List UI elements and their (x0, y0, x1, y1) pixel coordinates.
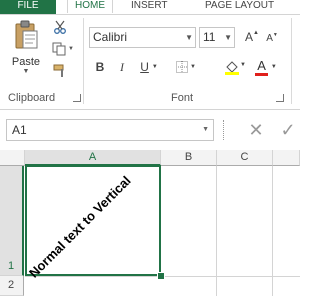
paste-dropdown-icon: ▼ (22, 68, 30, 75)
row-header-1[interactable]: 1 (0, 166, 24, 276)
font-color-button[interactable]: A ▼ (252, 56, 280, 78)
bold-button[interactable]: B (92, 58, 108, 76)
format-painter-button[interactable] (50, 62, 70, 80)
chevron-down-icon: ▼ (270, 64, 277, 70)
tab-file[interactable]: FILE (0, 0, 56, 14)
chevron-down-icon: ▼ (240, 62, 246, 68)
grow-font-glyph: A (245, 30, 254, 44)
fill-handle[interactable] (157, 272, 165, 280)
caret-up-icon: ▲ (253, 30, 259, 36)
caret-down-icon: ▼ (272, 32, 278, 38)
shrink-font-button[interactable]: A ▼ (264, 30, 280, 46)
paint-bucket-icon (225, 61, 239, 75)
group-divider (291, 18, 292, 104)
cut-button[interactable] (50, 18, 70, 36)
fill-color-button[interactable]: ▼ (218, 56, 246, 78)
tab-insert[interactable]: INSERT (131, 0, 168, 13)
font-name-value: Calibri (93, 30, 128, 44)
font-name-combo[interactable]: Calibri ▼ (89, 27, 196, 48)
tab-page-layout[interactable]: PAGE LAYOUT (205, 0, 274, 13)
shrink-font-glyph: A (266, 32, 273, 44)
column-header-a[interactable]: A (25, 150, 161, 166)
name-box[interactable]: A1 ▼ (6, 119, 214, 141)
borders-icon (176, 61, 189, 73)
enter-button[interactable]: ✓ (276, 118, 300, 142)
column-header-c[interactable]: C (217, 150, 273, 166)
font-group-label: Font (171, 92, 194, 104)
name-box-value: A1 (12, 123, 27, 137)
borders-button[interactable]: ▼ (175, 58, 197, 76)
column-header-d[interactable] (273, 150, 300, 166)
underline-glyph: U (140, 60, 149, 74)
column-header-b[interactable]: B (161, 150, 217, 166)
copy-dropdown-icon: ▼ (68, 46, 74, 52)
ribbon-tab-bar: FILE HOME INSERT PAGE LAYOUT (0, 0, 300, 14)
group-divider (83, 18, 84, 104)
paste-label: Paste (11, 56, 41, 68)
chevron-down-icon: ▼ (190, 64, 196, 70)
chevron-down-icon: ▼ (151, 64, 158, 70)
font-size-value: 11 (203, 30, 216, 44)
scissors-icon (54, 20, 66, 34)
underline-button[interactable]: U ▼ (136, 58, 162, 76)
clipboard-launcher-icon[interactable] (73, 94, 81, 102)
font-size-combo[interactable]: 11 ▼ (199, 27, 235, 48)
chevron-down-icon: ▼ (185, 33, 193, 42)
chevron-down-icon: ▼ (202, 126, 209, 133)
chevron-down-icon: ▼ (224, 33, 232, 42)
font-color-glyph: A (255, 58, 268, 76)
font-launcher-icon[interactable] (276, 94, 284, 102)
check-icon: ✓ (280, 119, 296, 140)
copy-icon (52, 42, 66, 56)
paintbrush-icon (53, 64, 64, 77)
row-header-2[interactable]: 2 (0, 276, 24, 296)
grow-font-button[interactable]: A ▲ (244, 28, 260, 46)
tab-home[interactable]: HOME (67, 0, 113, 13)
formula-bar-grip[interactable] (223, 120, 226, 140)
close-icon: ✕ (248, 119, 264, 140)
italic-glyph: I (120, 59, 124, 74)
bold-glyph: B (95, 60, 105, 74)
copy-button[interactable]: ▼ (50, 40, 76, 58)
italic-button[interactable]: I (114, 58, 130, 76)
clipboard-group-label: Clipboard (8, 92, 56, 104)
paste-icon (15, 20, 38, 49)
select-all-corner[interactable] (0, 150, 25, 166)
paste-button[interactable]: Paste ▼ (6, 20, 46, 82)
cancel-button[interactable]: ✕ (244, 118, 268, 142)
